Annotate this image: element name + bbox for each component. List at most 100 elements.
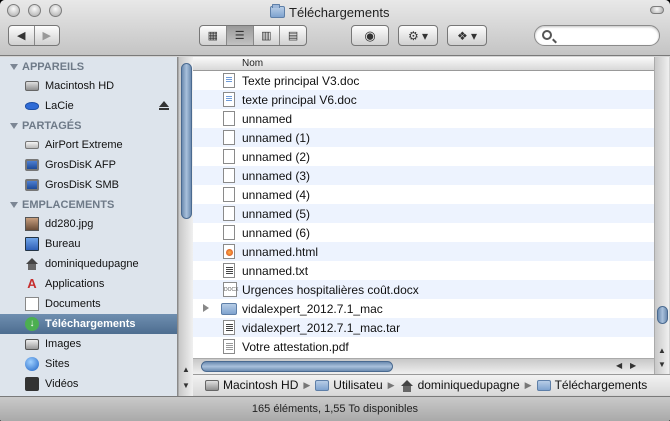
file-row[interactable]: unnamed.html — [193, 242, 654, 261]
disclosure-triangle-icon — [10, 63, 18, 70]
path-crumb-utilisateurs[interactable]: Utilisateu — [315, 378, 383, 392]
file-row[interactable]: DOCX Urgences hospitalières coût.docx — [193, 280, 654, 299]
file-row[interactable]: Texte principal V3.doc — [193, 71, 654, 90]
file-row[interactable]: unnamed.txt — [193, 261, 654, 280]
sidebar-scrollbar[interactable]: ▲ ▼ — [178, 57, 193, 396]
sidebar-item-label: Vidéos — [45, 378, 79, 390]
desktop-icon — [25, 237, 39, 251]
file-name: unnamed (1) — [242, 131, 311, 145]
blank-file-icon — [223, 149, 235, 164]
sidebar-item-label: Documents — [45, 298, 101, 310]
file-row[interactable]: unnamed (5) — [193, 204, 654, 223]
minimize-button[interactable] — [28, 4, 41, 17]
sidebar-item-grosdisk-smb[interactable]: GrosDisK SMB — [0, 175, 177, 195]
blank-file-icon — [223, 225, 235, 240]
sidebar-section-partages[interactable]: PARTAGÉS — [0, 116, 177, 135]
list-scroll-thumb[interactable] — [657, 306, 668, 324]
sidebar-item-label: dominiquedupagne — [45, 258, 139, 270]
sidebar-item-telechargements[interactable]: ↓ Téléchargements — [0, 314, 177, 334]
coverflow-icon: ▤ — [287, 30, 299, 42]
scroll-left-arrow-icon[interactable]: ◀ — [616, 361, 622, 370]
sidebar-item-applications[interactable]: A Applications — [0, 274, 177, 294]
sidebar-section-appareils[interactable]: APPAREILS — [0, 57, 177, 76]
sidebar-item-lacie[interactable]: LaCie — [0, 96, 177, 116]
quicklook-button[interactable]: ◉ — [352, 26, 388, 45]
hard-drive-icon — [205, 379, 219, 391]
scroll-down-arrow-icon[interactable]: ▼ — [181, 381, 191, 391]
path-crumb-label: Téléchargements — [554, 378, 648, 392]
toolbar-toggle-button[interactable] — [650, 6, 664, 14]
file-name: unnamed — [242, 112, 293, 126]
photo-icon — [25, 217, 39, 231]
sidebar-item-dd280[interactable]: dd280.jpg — [0, 214, 177, 234]
sidebar-section-emplacements[interactable]: EMPLACEMENTS — [0, 195, 177, 214]
gear-icon: ⚙ ▾ — [407, 28, 429, 43]
dropbox-button[interactable]: ❖ ▾ — [448, 26, 486, 45]
file-row[interactable]: unnamed — [193, 109, 654, 128]
sidebar-item-sites[interactable]: Sites — [0, 354, 177, 374]
quicklook-button-wrap: ◉ — [351, 25, 389, 46]
file-name: unnamed (3) — [242, 169, 311, 183]
file-name: vidalexpert_2012.7.1_mac.tar — [242, 321, 401, 335]
scroll-up-arrow-icon[interactable]: ▲ — [657, 346, 667, 356]
sidebar-item-label: Bureau — [45, 238, 81, 250]
path-crumb-macintosh-hd[interactable]: Macintosh HD — [205, 378, 298, 392]
forward-button[interactable]: ▶ — [35, 26, 60, 45]
file-name: unnamed.txt — [242, 264, 309, 278]
file-row[interactable]: Votre attestation.pdf — [193, 337, 654, 356]
sidebar-scroll-thumb[interactable] — [181, 63, 192, 219]
sidebar-item-label: dd280.jpg — [45, 218, 94, 230]
list-horizontal-scrollbar[interactable]: ◀ ▶ — [193, 358, 654, 374]
horizontal-scroll-thumb[interactable] — [201, 361, 393, 372]
file-row[interactable]: vidalexpert_2012.7.1_mac.tar — [193, 318, 654, 337]
file-row[interactable]: unnamed (6) — [193, 223, 654, 242]
back-button[interactable]: ◀ — [9, 26, 35, 45]
status-text: 165 éléments, 1,55 To disponibles — [251, 403, 419, 415]
search-field[interactable] — [534, 25, 660, 46]
list-scrollbar[interactable]: ▲ ▼ — [654, 57, 669, 374]
scroll-up-arrow-icon[interactable]: ▲ — [181, 365, 191, 375]
sidebar-item-bureau[interactable]: Bureau — [0, 234, 177, 254]
path-crumb-home[interactable]: dominiquedupagne — [400, 378, 520, 392]
close-button[interactable] — [7, 4, 20, 17]
scroll-down-arrow-icon[interactable]: ▼ — [657, 360, 667, 370]
zoom-button[interactable] — [49, 4, 62, 17]
column-header-name[interactable]: Nom — [193, 57, 654, 71]
sidebar-section-label: PARTAGÉS — [22, 119, 82, 132]
sidebar-item-videos[interactable]: Vidéos — [0, 374, 177, 394]
path-separator-icon: ▶ — [303, 379, 311, 390]
file-row[interactable]: unnamed (2) — [193, 147, 654, 166]
sidebar-item-airport-extreme[interactable]: AirPort Extreme — [0, 135, 177, 155]
folder-icon — [315, 379, 330, 391]
sidebar-item-images[interactable]: Images — [0, 334, 177, 354]
downloads-folder-icon — [270, 4, 285, 18]
file-row[interactable]: unnamed (1) — [193, 128, 654, 147]
file-name: vidalexpert_2012.7.1_mac — [242, 302, 383, 316]
coverflow-view-button[interactable]: ▤ — [280, 26, 306, 45]
list-view-button[interactable]: ☰ — [226, 26, 254, 45]
scroll-right-arrow-icon[interactable]: ▶ — [630, 361, 636, 370]
column-view-button[interactable]: ▥ — [254, 26, 281, 45]
file-row[interactable]: unnamed (4) — [193, 185, 654, 204]
sidebar-item-macintosh-hd[interactable]: Macintosh HD — [0, 76, 177, 96]
eject-icon[interactable] — [159, 101, 169, 111]
file-row[interactable]: vidalexpert_2012.7.1_mac — [193, 299, 654, 318]
path-crumb-label: dominiquedupagne — [417, 378, 520, 392]
file-row[interactable]: unnamed (3) — [193, 166, 654, 185]
disclosure-triangle-icon[interactable] — [203, 304, 209, 312]
sidebar-item-home[interactable]: dominiquedupagne — [0, 254, 177, 274]
search-icon — [542, 30, 552, 40]
action-button[interactable]: ⚙ ▾ — [399, 26, 437, 45]
txt-file-icon — [223, 320, 235, 335]
path-separator-icon: ▶ — [387, 379, 395, 390]
search-input[interactable] — [557, 28, 655, 43]
icon-view-button[interactable]: ▦ — [200, 26, 227, 45]
finder-window: Téléchargements ◀ ▶ ▦ ☰ ▥ ▤ ◉ ⚙ ▾ ❖ ▾ AP… — [0, 0, 670, 421]
path-crumb-label: Macintosh HD — [223, 378, 299, 392]
pdf-file-icon — [223, 339, 235, 354]
file-row[interactable]: texte principal V6.doc — [193, 90, 654, 109]
sidebar-item-grosdisk-afp[interactable]: GrosDisK AFP — [0, 155, 177, 175]
path-crumb-telechargements[interactable]: Téléchargements — [536, 378, 648, 392]
applications-icon: A — [27, 276, 37, 291]
sidebar-item-documents[interactable]: Documents — [0, 294, 177, 314]
